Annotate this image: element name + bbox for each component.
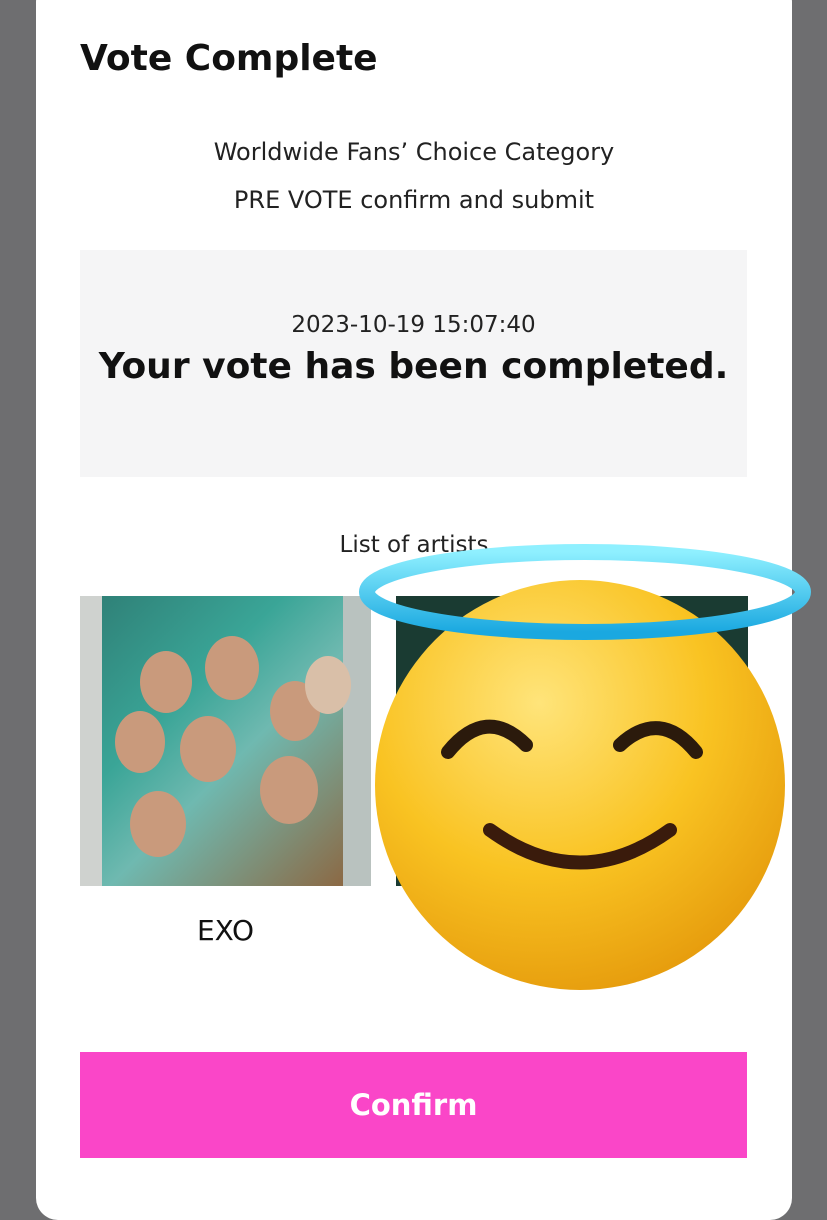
group-member	[140, 651, 192, 713]
group-member	[205, 636, 259, 700]
group-member	[115, 711, 165, 773]
artist-name: EXO	[196, 914, 255, 947]
group-member	[130, 791, 186, 857]
photo-frame-left	[80, 596, 102, 886]
vote-type-subtitle: PRE VOTE confirm and submit	[233, 186, 595, 214]
halo-smiley-sticker	[359, 544, 811, 990]
artist-card: EXO	[80, 596, 371, 947]
modal-title: Vote Complete	[80, 38, 378, 79]
group-member	[180, 716, 236, 782]
category-subtitle: Worldwide Fans’ Choice Category	[213, 138, 615, 166]
confirm-button[interactable]: Confirm	[80, 1052, 747, 1158]
face-icon	[375, 580, 785, 990]
vote-complete-message: Your vote has been completed.	[98, 346, 729, 387]
group-member	[305, 656, 351, 714]
artist-photo	[80, 596, 371, 886]
vote-result-box: 2023-10-19 15:07:40 Your vote has been c…	[80, 250, 747, 477]
vote-timestamp: 2023-10-19 15:07:40	[291, 312, 536, 338]
group-member	[260, 756, 318, 824]
